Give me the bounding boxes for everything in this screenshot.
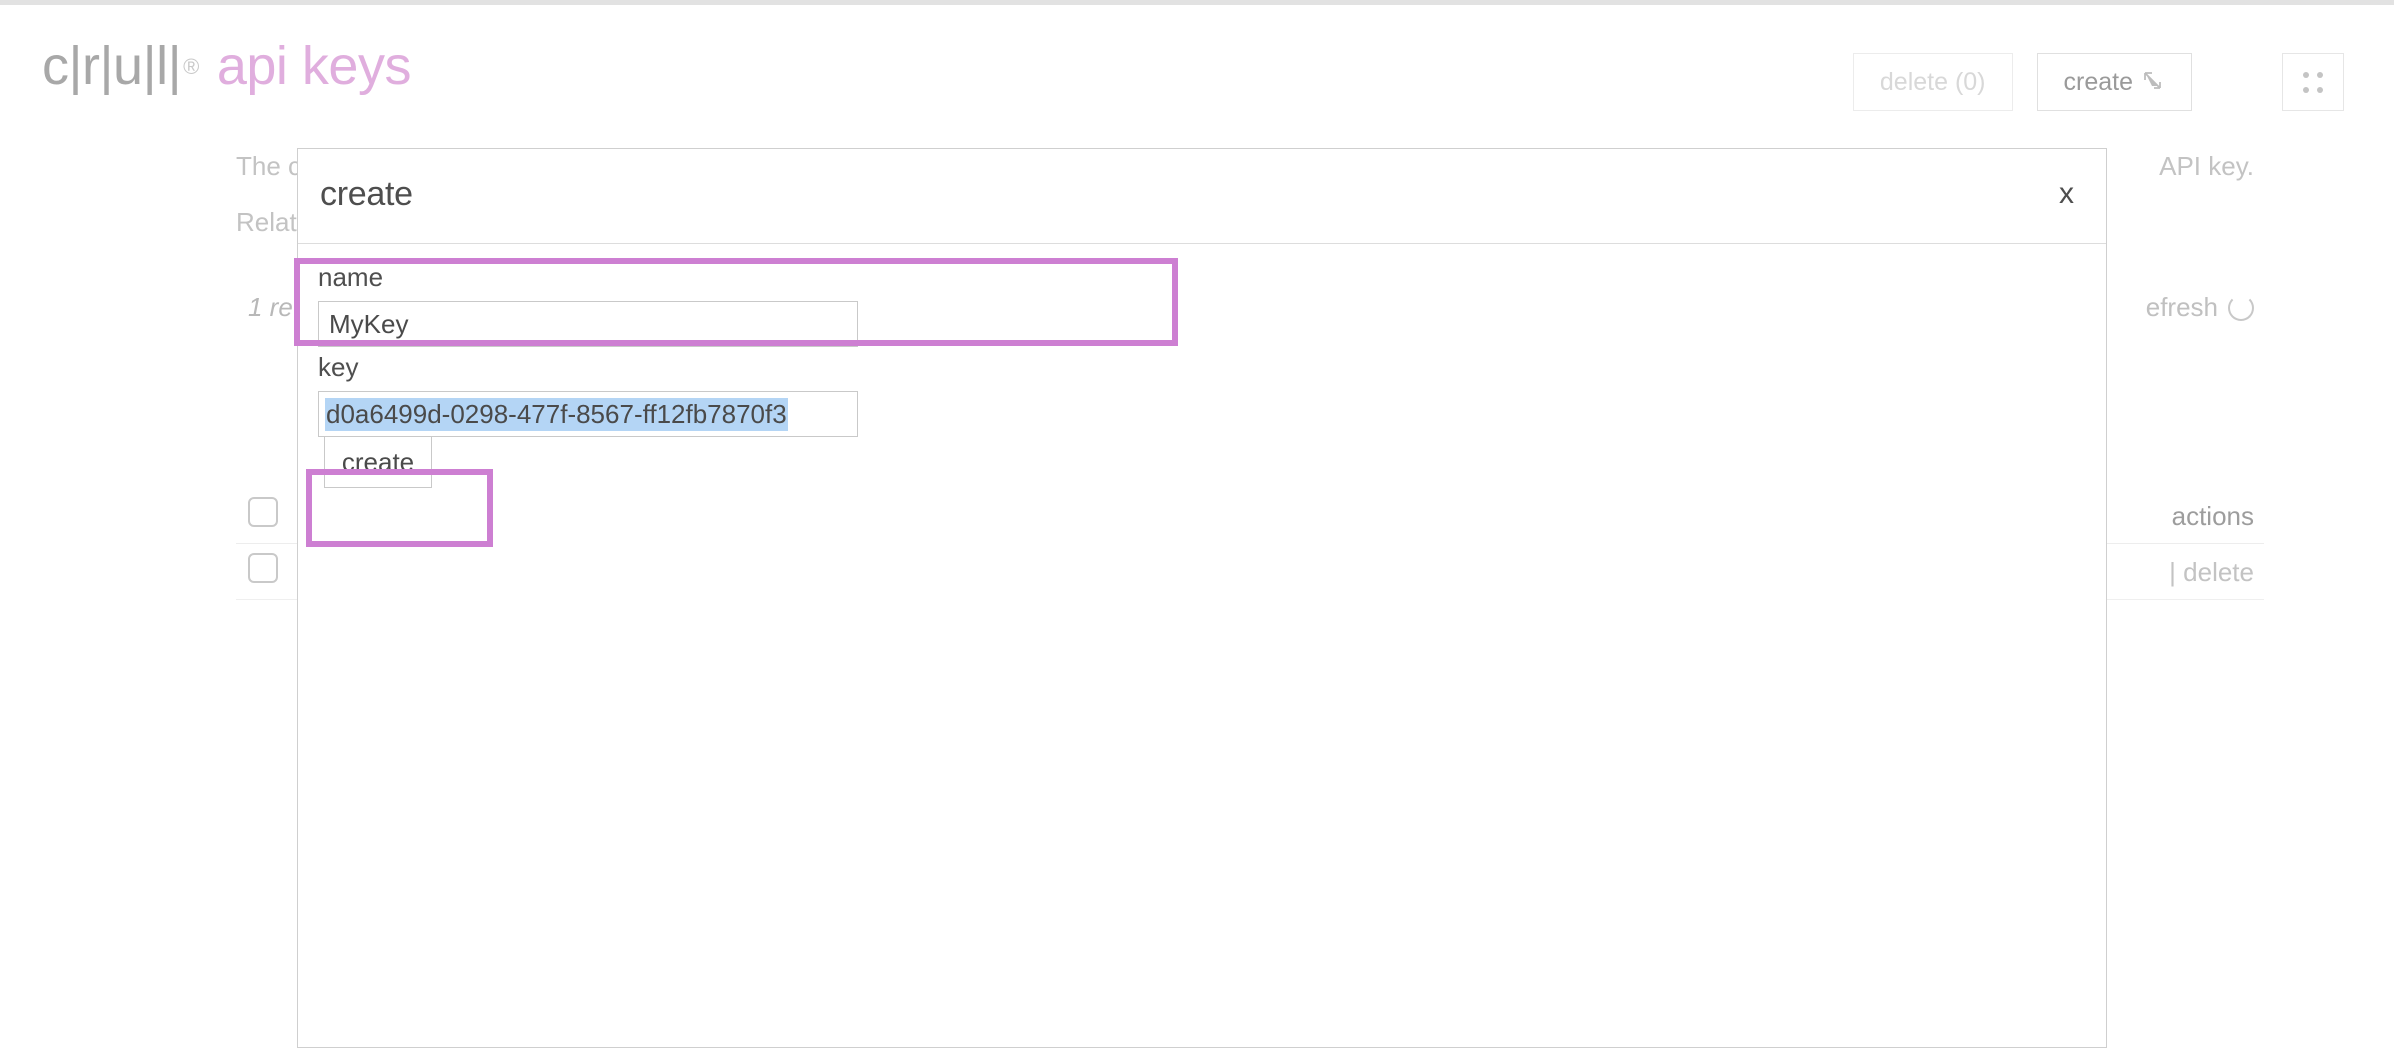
dialog-title: create (320, 175, 413, 213)
refresh-icon (2228, 294, 2254, 321)
registered-trademark-icon: ® (183, 54, 199, 79)
grid-dot (2303, 86, 2309, 93)
create-button-label: create (2063, 67, 2133, 96)
select-all-checkbox[interactable] (248, 497, 278, 527)
page-title: api keys (216, 36, 412, 96)
name-field-label: name (318, 262, 384, 292)
page-header: c|r|u|l|® api keys delete (0) create (0, 5, 2394, 139)
grid-dot (2317, 71, 2323, 78)
row-action-delete[interactable]: | delete (2169, 557, 2254, 588)
grid-dot (2303, 71, 2309, 78)
create-api-key-dialog: create x name key d0a6499d-0298-477f-856… (297, 148, 2107, 1048)
grid-dot (2317, 86, 2323, 93)
key-input[interactable]: d0a6499d-0298-477f-8567-ff12fb7870f3 (318, 391, 858, 437)
result-count: 1 re (248, 292, 293, 322)
column-header-actions: actions (2171, 501, 2254, 531)
key-field-label: key (318, 352, 359, 382)
logo-mark: c|r|u|l| (42, 36, 182, 96)
cursor-arrow-icon (2143, 71, 2165, 93)
header-actions: delete (0) create (1852, 53, 2394, 111)
refresh-label: efresh (2145, 292, 2218, 322)
description-line-2: Relat (236, 207, 297, 237)
delete-button[interactable]: delete (0) (1852, 53, 2013, 111)
row-checkbox[interactable] (248, 553, 278, 583)
close-icon[interactable]: x (2051, 177, 2082, 211)
brand-wordmark: c|r|u|l|® api keys (42, 39, 411, 93)
name-field-group: name (318, 262, 858, 347)
refresh-button[interactable]: efresh (2146, 292, 2254, 323)
key-input-value: d0a6499d-0298-477f-8567-ff12fb7870f3 (325, 397, 788, 431)
dialog-header: create x (298, 149, 2106, 244)
dialog-create-button[interactable]: create (324, 436, 432, 488)
description-line-1: The c (236, 151, 302, 181)
create-button[interactable]: create (2036, 53, 2192, 111)
key-field-group: key d0a6499d-0298-477f-8567-ff12fb7870f3 (318, 352, 858, 437)
grid-dots-icon[interactable] (2282, 53, 2344, 111)
name-input[interactable] (318, 301, 858, 347)
description-line-1-tail: API key. (2159, 151, 2254, 181)
